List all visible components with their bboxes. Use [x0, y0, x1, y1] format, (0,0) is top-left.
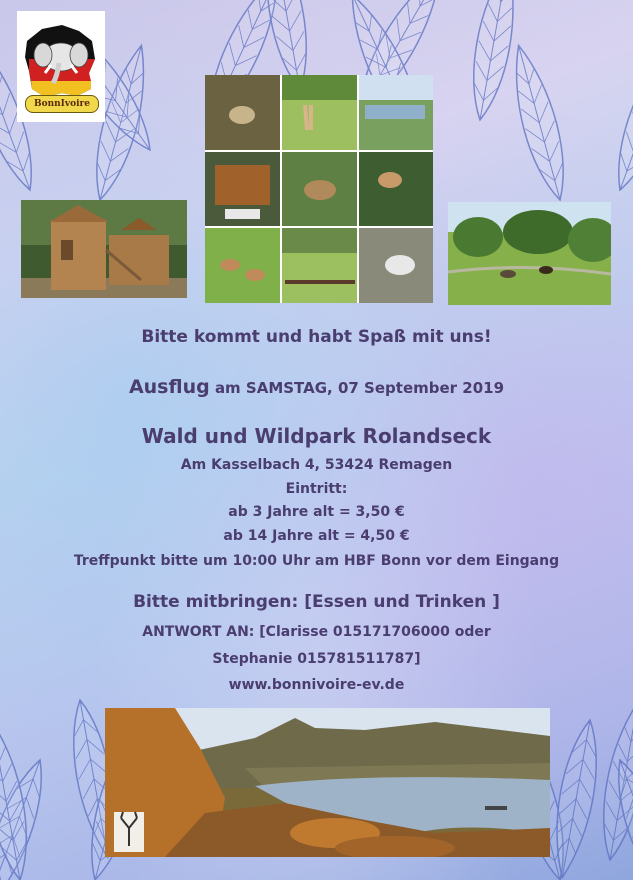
trip-date: am SAMSTAG, 07 September 2019 — [214, 379, 505, 397]
meeting-point: Treffpunkt bitte um 10:00 Uhr am HBF Bon… — [73, 553, 560, 569]
rhine-landscape-photo — [105, 708, 550, 857]
price-age-14: ab 14 Jahre alt = 4,50 € — [223, 528, 410, 544]
meadow-photo — [448, 202, 611, 305]
venue-name: Wald und Wildpark Rolandseck — [141, 424, 492, 448]
invitation-headline: Bitte kommt und habt Spaß mit uns! — [141, 327, 492, 347]
playground-photo — [21, 200, 187, 298]
reply-contact-1: ANTWORT AN: [Clarisse 015171706000 oder — [142, 624, 491, 640]
reply-contact-2: Stephanie 015781511787] — [212, 651, 421, 667]
trip-word: Ausflug — [128, 376, 210, 398]
trip-date-line: Ausflug am SAMSTAG, 07 September 2019 — [0, 376, 633, 398]
admission-label: Eintritt: — [285, 481, 348, 497]
bonnivoire-logo: BonnIvoire — [17, 11, 105, 122]
website-link[interactable]: www.bonnivoire-ev.de — [0, 677, 633, 693]
logo-wordmark: BonnIvoire — [25, 95, 99, 113]
bring-along: Bitte mitbringen: [Essen und Trinken ] — [133, 592, 500, 612]
venue-address: Am Kasselbach 4, 53424 Remagen — [180, 457, 453, 473]
price-age-3: ab 3 Jahre alt = 3,50 € — [228, 504, 405, 520]
wildpark-collage — [205, 75, 433, 303]
